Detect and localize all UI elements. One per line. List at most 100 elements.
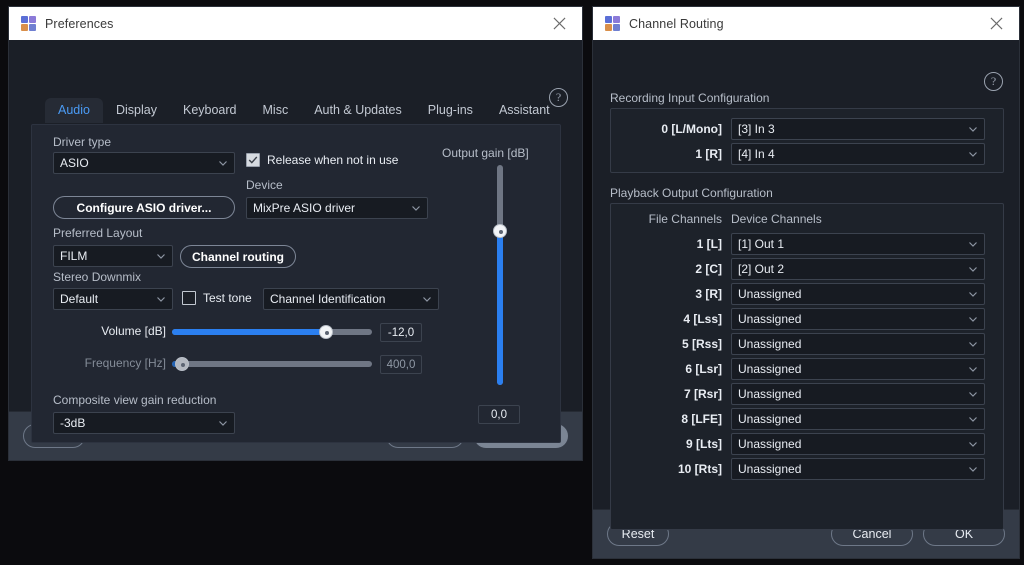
channel-routing-button[interactable]: Channel routing: [180, 245, 296, 268]
playback-output-configuration-label: Playback Output Configuration: [610, 186, 773, 200]
driver-type-value: ASIO: [60, 156, 89, 170]
playback-file-channel-label: 4 [Lss]: [619, 312, 731, 326]
playback-device-value: Unassigned: [738, 287, 801, 301]
chevron-down-icon: [968, 439, 978, 449]
playback-row: 3 [R] Unassigned: [619, 283, 985, 304]
tab-assistant[interactable]: Assistant: [486, 98, 563, 123]
frequency-value-box[interactable]: 400,0: [380, 355, 422, 374]
playback-row: 1 [L] [1] Out 1: [619, 233, 985, 254]
playback-device-value: Unassigned: [738, 387, 801, 401]
chevron-down-icon: [968, 314, 978, 324]
playback-file-channel-label: 5 [Rss]: [619, 337, 731, 351]
test-tone-row[interactable]: Test tone: [182, 291, 252, 305]
routing-window-title: Channel Routing: [629, 17, 724, 31]
playback-output-group: File Channels Device Channels 1 [L] [1] …: [610, 203, 1004, 530]
volume-value-box[interactable]: -12,0: [380, 323, 422, 342]
test-tone-mode-select[interactable]: Channel Identification: [263, 288, 439, 310]
chevron-down-icon: [218, 418, 228, 428]
playback-row: 2 [C] [2] Out 2: [619, 258, 985, 279]
playback-device-value: [2] Out 2: [738, 262, 784, 276]
recording-device-value: [3] In 3: [738, 122, 775, 136]
desktop-background: Preferences ? Audio Display Keyboard Mis…: [0, 0, 1024, 565]
release-checkbox[interactable]: [246, 153, 260, 167]
recording-device-select[interactable]: [4] In 4: [731, 143, 985, 165]
output-gain-value-box[interactable]: 0,0: [478, 405, 520, 424]
audio-settings-panel: Driver type ASIO Release when not in use…: [31, 124, 561, 443]
playback-column-headers: File Channels Device Channels: [619, 212, 985, 226]
tab-auth-updates[interactable]: Auth & Updates: [301, 98, 415, 123]
frequency-slider-handle[interactable]: [175, 357, 189, 371]
playback-device-select[interactable]: Unassigned: [731, 358, 985, 380]
output-gain-slider-handle[interactable]: [493, 224, 507, 238]
file-channels-header: File Channels: [619, 212, 731, 226]
configure-asio-driver-button[interactable]: Configure ASIO driver...: [53, 196, 235, 219]
stereo-downmix-select[interactable]: Default: [53, 288, 173, 310]
chevron-down-icon: [968, 414, 978, 424]
playback-device-select[interactable]: Unassigned: [731, 458, 985, 480]
playback-device-select[interactable]: Unassigned: [731, 383, 985, 405]
test-tone-mode-value: Channel Identification: [270, 292, 385, 306]
tab-audio[interactable]: Audio: [45, 98, 103, 123]
chevron-down-icon: [968, 364, 978, 374]
playback-file-channel-label: 1 [L]: [619, 237, 731, 251]
playback-file-channel-label: 8 [LFE]: [619, 412, 731, 426]
playback-row: 4 [Lss] Unassigned: [619, 308, 985, 329]
chevron-down-icon: [968, 289, 978, 299]
frequency-label: Frequency [Hz]: [80, 356, 166, 370]
playback-device-select[interactable]: Unassigned: [731, 283, 985, 305]
tab-misc[interactable]: Misc: [250, 98, 302, 123]
preferences-body: ? Audio Display Keyboard Misc Auth & Upd…: [9, 40, 582, 411]
close-icon[interactable]: [983, 11, 1009, 37]
playback-device-value: Unassigned: [738, 312, 801, 326]
preferences-titlebar: Preferences: [9, 7, 582, 40]
device-select[interactable]: MixPre ASIO driver: [246, 197, 428, 219]
playback-rows-list: 1 [L] [1] Out 1 2 [C] [2] Out 2 3 [R] Un…: [619, 233, 985, 479]
playback-device-select[interactable]: [1] Out 1: [731, 233, 985, 255]
close-icon[interactable]: [546, 11, 572, 37]
playback-device-select[interactable]: Unassigned: [731, 408, 985, 430]
release-checkbox-label: Release when not in use: [267, 153, 398, 167]
playback-device-select[interactable]: Unassigned: [731, 433, 985, 455]
playback-device-select[interactable]: Unassigned: [731, 308, 985, 330]
recording-device-value: [4] In 4: [738, 147, 775, 161]
driver-type-select[interactable]: ASIO: [53, 152, 235, 174]
playback-device-value: Unassigned: [738, 337, 801, 351]
chevron-down-icon: [411, 203, 421, 213]
preferred-layout-select[interactable]: FILM: [53, 245, 173, 267]
playback-file-channel-label: 7 [Rsr]: [619, 387, 731, 401]
output-gain-slider[interactable]: [493, 165, 507, 385]
playback-device-value: [1] Out 1: [738, 237, 784, 251]
playback-row: 10 [Rts] Unassigned: [619, 458, 985, 479]
release-when-not-in-use-row[interactable]: Release when not in use: [246, 153, 398, 167]
device-label: Device: [246, 178, 283, 192]
volume-slider-handle[interactable]: [319, 325, 333, 339]
tab-display[interactable]: Display: [103, 98, 170, 123]
preferences-window: Preferences ? Audio Display Keyboard Mis…: [8, 6, 583, 461]
playback-file-channel-label: 6 [Lsr]: [619, 362, 731, 376]
app-logo-icon: [21, 16, 36, 31]
composite-view-gain-select[interactable]: -3dB: [53, 412, 235, 434]
chevron-down-icon: [968, 149, 978, 159]
recording-file-channel-label: 1 [R]: [619, 147, 731, 161]
tab-plug-ins[interactable]: Plug-ins: [415, 98, 486, 123]
recording-device-select[interactable]: [3] In 3: [731, 118, 985, 140]
playback-device-select[interactable]: Unassigned: [731, 333, 985, 355]
tab-keyboard[interactable]: Keyboard: [170, 98, 250, 123]
chevron-down-icon: [422, 294, 432, 304]
stereo-downmix-label: Stereo Downmix: [53, 270, 141, 284]
device-channels-header: Device Channels: [731, 212, 822, 226]
stereo-downmix-value: Default: [60, 292, 98, 306]
recording-row: 1 [R] [4] In 4: [619, 143, 985, 164]
playback-device-value: Unassigned: [738, 462, 801, 476]
app-logo-icon: [605, 16, 620, 31]
playback-device-value: Unassigned: [738, 437, 801, 451]
playback-row: 9 [Lts] Unassigned: [619, 433, 985, 454]
volume-slider[interactable]: [172, 325, 372, 339]
routing-titlebar: Channel Routing: [593, 7, 1019, 40]
test-tone-checkbox[interactable]: [182, 291, 196, 305]
chevron-down-icon: [968, 339, 978, 349]
configure-asio-driver-label: Configure ASIO driver...: [77, 201, 212, 215]
playback-device-select[interactable]: [2] Out 2: [731, 258, 985, 280]
frequency-slider[interactable]: [172, 357, 372, 371]
help-icon[interactable]: ?: [984, 72, 1003, 91]
